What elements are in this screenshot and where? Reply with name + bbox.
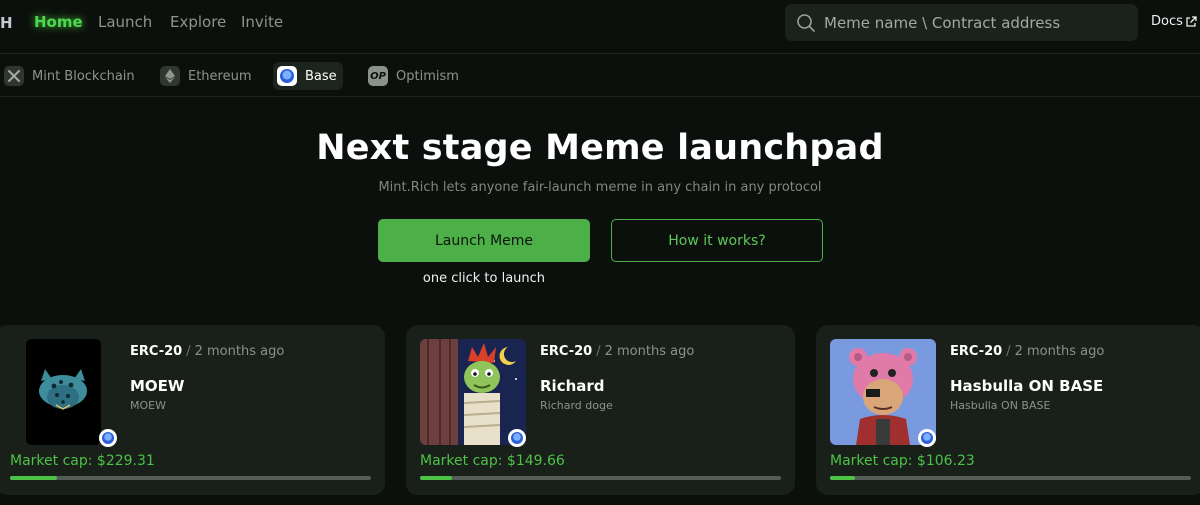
token-ticker: MOEW (130, 399, 166, 412)
chain-selector: Mint Blockchain Ethereum Base OP Optimis… (0, 55, 1200, 97)
token-name: Hasbulla ON BASE (950, 377, 1104, 395)
mint-icon (4, 66, 24, 86)
token-meta: ERC-20/2 months ago (950, 344, 1104, 359)
token-age: 2 months ago (194, 344, 285, 359)
nav-home[interactable]: Home (34, 13, 83, 31)
search-input[interactable] (824, 13, 1114, 32)
search-icon (797, 13, 815, 32)
meta-separator: / (186, 344, 191, 359)
progress-fill (10, 476, 57, 480)
token-image-richard (420, 339, 526, 445)
market-cap: Market cap: $149.66 (420, 453, 565, 469)
token-ticker: Hasbulla ON BASE (950, 399, 1051, 412)
market-cap-progress (830, 476, 1191, 480)
token-name: MOEW (130, 377, 185, 395)
token-card-richard[interactable]: ERC-20/2 months ago Richard Richard doge… (406, 325, 795, 495)
chain-label: Optimism (396, 68, 459, 84)
nav-invite[interactable]: Invite (241, 13, 283, 31)
meta-separator: / (596, 344, 601, 359)
hero-title: Next stage Meme launchpad (316, 128, 884, 168)
token-age: 2 months ago (604, 344, 695, 359)
docs-label: Docs (1151, 14, 1183, 29)
token-age: 2 months ago (1014, 344, 1105, 359)
optimism-icon: OP (368, 66, 388, 86)
base-chain-badge-icon (508, 429, 526, 447)
base-icon (277, 66, 297, 86)
market-cap: Market cap: $106.23 (830, 453, 975, 469)
token-standard: ERC-20 (540, 344, 593, 359)
token-standard: ERC-20 (130, 344, 183, 359)
nav-explore[interactable]: Explore (170, 13, 226, 31)
launch-hint: one click to launch (422, 271, 546, 286)
docs-link[interactable]: Docs (1151, 14, 1197, 29)
chain-tab-mint[interactable]: Mint Blockchain (0, 62, 141, 90)
chain-label: Ethereum (188, 68, 252, 84)
chain-label: Mint Blockchain (32, 68, 135, 84)
ethereum-icon (160, 66, 180, 86)
chain-tab-optimism[interactable]: OP Optimism (364, 62, 465, 90)
market-cap-progress (10, 476, 371, 480)
base-chain-badge-icon (918, 429, 936, 447)
nav-launch[interactable]: Launch (98, 13, 152, 31)
chain-tab-ethereum[interactable]: Ethereum (156, 62, 258, 90)
launch-meme-button[interactable]: Launch Meme (378, 219, 590, 262)
hero-subtitle: Mint.Rich lets anyone fair-launch meme i… (378, 180, 822, 195)
chain-label: Base (305, 68, 337, 84)
meta-separator: / (1006, 344, 1011, 359)
top-navbar: H Home Launch Explore Invite Docs (0, 0, 1200, 54)
progress-fill (830, 476, 856, 480)
token-standard: ERC-20 (950, 344, 1003, 359)
market-cap-progress (420, 476, 781, 480)
chain-tab-base[interactable]: Base (273, 62, 343, 90)
token-ticker: Richard doge (540, 399, 613, 412)
token-card-hasbulla[interactable]: ERC-20/2 months ago Hasbulla ON BASE Has… (816, 325, 1200, 495)
token-meta: ERC-20/2 months ago (540, 344, 694, 359)
token-card-moew[interactable]: ERC-20/2 months ago MOEW MOEW Market cap… (0, 325, 385, 495)
token-image-moew (26, 339, 101, 445)
token-image-hasbulla (830, 339, 936, 445)
search-box (785, 4, 1138, 41)
external-link-icon (1186, 15, 1197, 27)
base-chain-badge-icon (99, 429, 117, 447)
logo[interactable]: H (0, 14, 13, 32)
progress-fill (420, 476, 453, 480)
token-name: Richard (540, 377, 605, 395)
how-it-works-button[interactable]: How it works? (611, 219, 823, 262)
market-cap: Market cap: $229.31 (10, 453, 155, 469)
token-meta: ERC-20/2 months ago (130, 344, 284, 359)
